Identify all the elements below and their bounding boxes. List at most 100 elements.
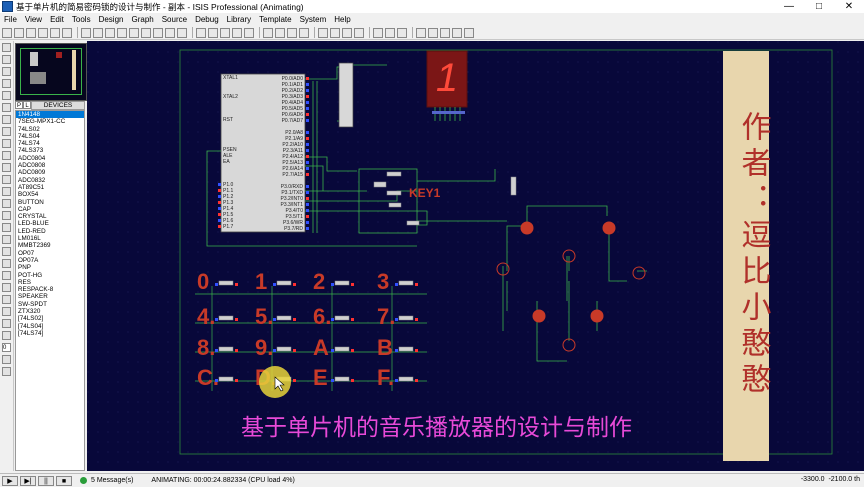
overview-window[interactable] [15,43,87,101]
led-red[interactable] [532,309,546,323]
origin-icon[interactable] [105,27,115,38]
crosshair-icon[interactable] [117,27,127,38]
block-rotate-icon[interactable] [287,27,297,38]
make-device-icon[interactable] [330,27,340,38]
generator-icon[interactable] [2,175,11,184]
capacitor[interactable] [373,181,387,188]
line-2d-icon[interactable] [2,223,11,232]
pick-device-icon[interactable] [318,27,328,38]
grid-icon[interactable] [93,27,103,38]
open-file-icon[interactable] [14,27,24,38]
zoom-out-icon[interactable] [153,27,163,38]
list-item[interactable]: AT89C51 [16,184,84,191]
list-item[interactable]: SW-SPDT [16,301,84,308]
keypad-button[interactable] [276,280,292,286]
save-icon[interactable] [26,27,36,38]
schematic-canvas[interactable]: XTAL1 XTAL2 RST PSEN ALE EA P1.0 P1.1 P1.2 P1.3 P1… [87,41,864,471]
list-item[interactable]: [74LS04] [16,323,84,330]
device-list[interactable]: 1N4148 7SEG-MPX1-CC 74LS02 74LS04 74LS74… [15,110,85,471]
key1-button[interactable] [388,202,402,208]
stop-button[interactable]: ■ [56,475,72,486]
wire-label-icon[interactable] [2,79,11,88]
rotate-cw-icon[interactable] [2,319,11,328]
keypad-button[interactable] [218,315,234,321]
list-item[interactable]: [74LS02] [16,315,84,322]
undo-icon[interactable] [196,27,206,38]
current-probe-icon[interactable] [2,199,11,208]
crystal[interactable] [386,171,402,177]
block-move-icon[interactable] [275,27,285,38]
list-item[interactable]: 74LS373 [16,147,84,154]
keypad-button[interactable] [218,280,234,286]
menu-graph[interactable]: Graph [127,15,157,24]
block-copy-icon[interactable] [263,27,273,38]
menu-library[interactable]: Library [223,15,255,24]
list-item[interactable]: OP07A [16,257,84,264]
pick-devices-button[interactable]: P [15,101,23,109]
zoom-area-icon[interactable] [177,27,187,38]
pan-icon[interactable] [129,27,139,38]
ares-icon[interactable] [464,27,474,38]
redo-icon[interactable] [208,27,218,38]
virtual-instrument-icon[interactable] [2,211,11,220]
zoom-all-icon[interactable] [165,27,175,38]
selection-mode-icon[interactable] [2,43,11,52]
capacitor[interactable] [386,190,402,196]
keypad-button[interactable] [276,346,292,352]
list-item[interactable]: [74LS74] [16,330,84,337]
netlist-icon[interactable] [440,27,450,38]
list-item[interactable]: ADC0808 [16,162,84,169]
list-item[interactable]: ADC0809 [16,169,84,176]
led-red[interactable] [602,221,616,235]
component-mode-icon[interactable] [2,55,11,64]
pause-button[interactable]: || [38,475,54,486]
marker-2d-icon[interactable] [2,307,11,316]
mcu-at89c51[interactable]: XTAL1XTAL2RSTPSENALEEAP1.0P1.1P1.2P1.3P1… [220,73,306,233]
list-item[interactable]: RES [16,279,84,286]
subcircuit-icon[interactable] [2,115,11,124]
list-item[interactable]: BOX54 [16,191,84,198]
keypad-button[interactable] [218,376,234,382]
play-button[interactable]: ▶ [2,475,18,486]
pin-icon[interactable] [2,139,11,148]
junction-dot-icon[interactable] [2,67,11,76]
new-sheet-icon[interactable] [416,27,426,38]
list-item[interactable]: LED-RED [16,228,84,235]
list-item[interactable]: ADC0832 [16,177,84,184]
message-count[interactable]: 5 Message(s) [91,477,133,484]
keypad-button[interactable] [218,346,234,352]
list-item[interactable]: 74LS04 [16,133,84,140]
maximize-button[interactable]: □ [804,0,834,13]
list-item[interactable]: CRYSTAL [16,213,84,220]
list-item[interactable]: PNP [16,264,84,271]
zoom-in-icon[interactable] [141,27,151,38]
menu-system[interactable]: System [296,15,331,24]
close-button[interactable]: ✕ [834,0,864,13]
text-2d-icon[interactable] [2,283,11,292]
list-item[interactable]: 1N4148 [16,111,84,119]
packaging-icon[interactable] [342,27,352,38]
arc-2d-icon[interactable] [2,259,11,268]
refresh-icon[interactable] [81,27,91,38]
decompose-icon[interactable] [354,27,364,38]
list-item[interactable]: MMBT2369 [16,242,84,249]
led-red[interactable] [590,309,604,323]
list-item[interactable]: SPEAKER [16,293,84,300]
path-2d-icon[interactable] [2,271,11,280]
import-icon[interactable] [38,27,48,38]
remove-sheet-icon[interactable] [428,27,438,38]
box-2d-icon[interactable] [2,235,11,244]
mirror-x-icon[interactable] [2,355,11,364]
menu-file[interactable]: File [0,15,21,24]
mirror-y-icon[interactable] [2,367,11,376]
keypad-button[interactable] [334,315,350,321]
rotate-ccw-icon[interactable] [2,331,11,340]
list-item[interactable]: 7SEG-MPX1-CC [16,118,84,125]
cut-icon[interactable] [220,27,230,38]
keypad-button[interactable] [334,376,350,382]
graph-icon[interactable] [2,151,11,160]
new-file-icon[interactable] [2,27,12,38]
circle-2d-icon[interactable] [2,247,11,256]
menu-tools[interactable]: Tools [68,15,95,24]
list-item[interactable]: BUTTON [16,199,84,206]
